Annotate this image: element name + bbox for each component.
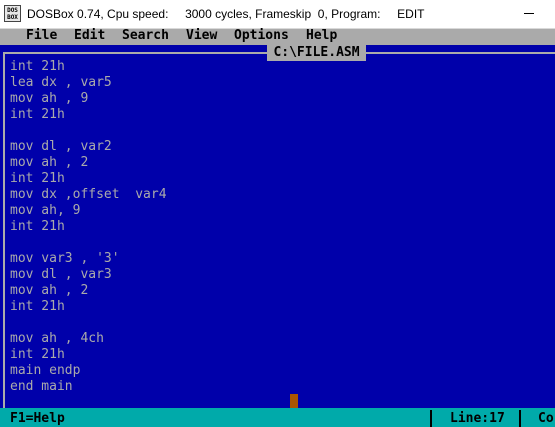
status-bar: F1=Help Line:17 Co <box>0 408 555 427</box>
status-separator <box>430 410 432 427</box>
code-line[interactable]: lea dx , var5 <box>10 75 167 91</box>
code-line[interactable]: mov dx ,offset var4 <box>10 187 167 203</box>
editor-frame-top-right <box>366 52 555 54</box>
code-line[interactable] <box>10 123 167 139</box>
minimize-button[interactable] <box>510 0 548 28</box>
code-line[interactable]: main endp <box>10 363 167 379</box>
code-line[interactable]: int 21h <box>10 59 167 75</box>
code-line[interactable]: mov ah , 2 <box>10 155 167 171</box>
code-line[interactable]: mov ah , 2 <box>10 283 167 299</box>
horizontal-scroll-thumb[interactable] <box>290 394 298 408</box>
code-line[interactable] <box>10 235 167 251</box>
file-title: C:\FILE.ASM <box>267 45 366 61</box>
code-line[interactable]: mov ah, 9 <box>10 203 167 219</box>
status-help[interactable]: F1=Help <box>10 410 65 427</box>
menu-help[interactable]: Help <box>306 28 337 44</box>
menu-file[interactable]: File <box>26 28 57 44</box>
code-line[interactable]: int 21h <box>10 171 167 187</box>
menu-options[interactable]: Options <box>234 28 289 44</box>
code-line[interactable]: mov ah , 9 <box>10 91 167 107</box>
code-line[interactable]: int 21h <box>10 347 167 363</box>
code-line[interactable]: int 21h <box>10 107 167 123</box>
status-column: Co <box>538 411 554 426</box>
dosbox-app-icon: DOS BOX <box>4 5 21 22</box>
code-line[interactable]: int 21h <box>10 299 167 315</box>
dos-screen: File Edit Search View Options Help C:\FI… <box>0 28 555 427</box>
code-line[interactable] <box>10 315 167 331</box>
status-separator <box>519 410 521 427</box>
dosbox-icon-label: DOS BOX <box>7 7 18 21</box>
menu-view[interactable]: View <box>186 28 217 44</box>
menu-search[interactable]: Search <box>122 28 169 44</box>
menu-bar: File Edit Search View Options Help <box>0 28 555 45</box>
window-title-bar[interactable]: DOS BOX DOSBox 0.74, Cpu speed: 3000 cyc… <box>0 0 555 29</box>
editor-frame-top <box>3 52 267 54</box>
menu-edit[interactable]: Edit <box>74 28 105 44</box>
code-line[interactable]: mov ah , 4ch <box>10 331 167 347</box>
editor-frame-left <box>3 52 5 409</box>
code-line[interactable]: int 21h <box>10 219 167 235</box>
code-line[interactable]: mov var3 , '3' <box>10 251 167 267</box>
code-line[interactable]: mov dl , var2 <box>10 139 167 155</box>
editor-window[interactable]: C:\FILE.ASM int 21h lea dx , var5 mov ah ,… <box>0 45 555 409</box>
status-line-number: Line:17 <box>450 411 505 426</box>
window-title: DOSBox 0.74, Cpu speed: 3000 cycles, Fra… <box>27 7 425 21</box>
code-line[interactable]: mov dl , var3 <box>10 267 167 283</box>
code-text-area[interactable]: int 21h lea dx , var5 mov ah , 9 int 21h mov… <box>10 59 167 395</box>
code-line[interactable]: end main <box>10 379 167 395</box>
